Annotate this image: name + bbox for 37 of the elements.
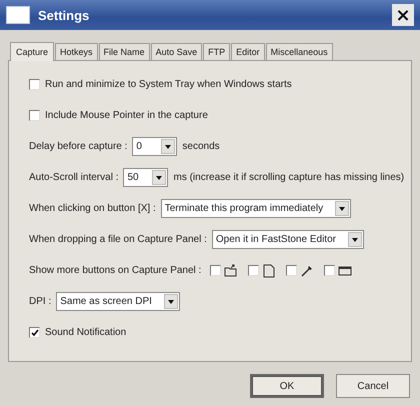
checkbox[interactable] — [286, 265, 298, 276]
dropdown-field[interactable]: 50 — [123, 168, 168, 187]
unit-label: seconds — [182, 141, 220, 152]
tab[interactable]: Hotkeys — [55, 43, 98, 60]
tab[interactable]: Editor — [231, 43, 265, 60]
dialog-button[interactable]: Cancel — [336, 374, 410, 398]
checkbox[interactable] — [29, 110, 40, 121]
field-label: Auto-Scroll interval : — [29, 172, 118, 183]
checkbox[interactable] — [29, 327, 40, 338]
window-title: Settings — [38, 8, 90, 22]
field-label: Delay before capture : — [29, 141, 128, 152]
field-label: DPI : — [29, 296, 52, 307]
folder-arrow-icon — [223, 262, 240, 278]
checkbox[interactable] — [29, 79, 40, 90]
dropdown-field[interactable]: 0 — [132, 137, 178, 156]
page-icon — [261, 262, 278, 278]
tab[interactable]: Miscellaneous — [266, 43, 333, 60]
tab[interactable]: Auto Save — [150, 43, 202, 60]
field-label: When dropping a file on Capture Panel : — [29, 234, 207, 245]
field-label: Show more buttons on Capture Panel : — [29, 265, 202, 276]
checkbox-label: Run and minimize to System Tray when Windows starts — [45, 79, 292, 90]
field-label: When clicking on button [X] : — [29, 203, 156, 214]
checkbox[interactable] — [210, 265, 222, 276]
tab[interactable]: Capture — [10, 42, 54, 61]
dialog-button[interactable]: OK — [250, 374, 324, 398]
dropdown-field[interactable]: Open it in FastStone Editor — [212, 230, 364, 249]
app-icon — [6, 6, 30, 24]
unit-label: ms (increase it if scrolling capture has missing lines) — [173, 172, 404, 183]
checkbox[interactable] — [324, 265, 336, 276]
checkbox-label: Sound Notification — [45, 327, 126, 338]
dropdown-field[interactable]: Same as screen DPI — [56, 292, 180, 311]
dropdown-field[interactable]: Terminate this program immediately — [160, 199, 352, 218]
tab[interactable]: FTP — [203, 43, 230, 60]
close-button[interactable]: × — [392, 4, 414, 26]
checkbox[interactable] — [248, 265, 260, 276]
checkbox-label: Include Mouse Pointer in the capture — [45, 110, 208, 121]
tab[interactable]: File Name — [98, 43, 150, 60]
